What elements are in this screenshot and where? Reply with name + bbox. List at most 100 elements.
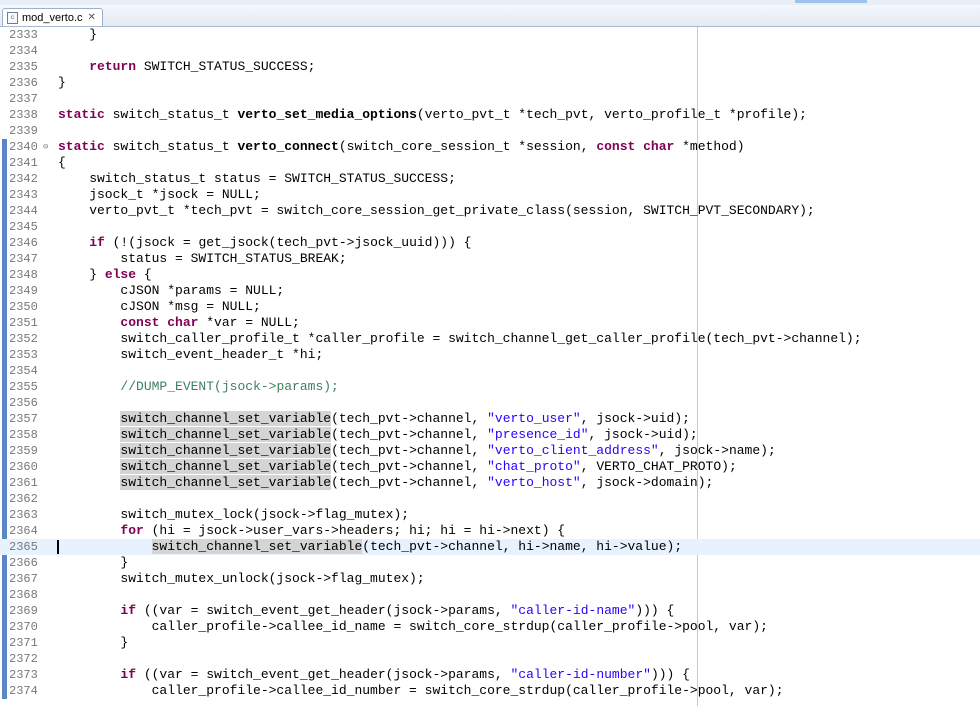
code-token: switch_status_t status = SWITCH_STATUS_S… [58, 171, 456, 186]
code-line[interactable]: 2339 [0, 123, 980, 139]
code-line[interactable]: 2346 if (!(jsock = get_jsock(tech_pvt->j… [0, 235, 980, 251]
line-number: 2344 [9, 204, 38, 218]
code-line[interactable]: 2371 } [0, 635, 980, 651]
code-line[interactable]: 2352 switch_caller_profile_t *caller_pro… [0, 331, 980, 347]
toolbar-selection-indicator[interactable] [795, 0, 867, 3]
line-number: 2351 [9, 316, 38, 330]
code-text: if ((var = switch_event_get_header(jsock… [58, 603, 674, 619]
code-line[interactable]: 2362 [0, 491, 980, 507]
code-line[interactable]: 2365 switch_channel_set_variable(tech_pv… [0, 539, 980, 555]
line-number: 2353 [9, 348, 38, 362]
code-text: cJSON *msg = NULL; [58, 299, 260, 315]
code-line[interactable]: 2355 //DUMP_EVENT(jsock->params); [0, 379, 980, 395]
code-line[interactable]: 2357 switch_channel_set_variable(tech_pv… [0, 411, 980, 427]
code-token: , jsock->uid); [580, 411, 690, 426]
line-number: 2346 [9, 236, 38, 250]
code-line[interactable]: 2334 [0, 43, 980, 59]
code-line[interactable]: 2337 [0, 91, 980, 107]
code-line[interactable]: 2336} [0, 75, 980, 91]
line-number: 2337 [9, 92, 38, 106]
code-token: verto_connect [237, 139, 339, 154]
code-token: caller_profile->callee_id_name = switch_… [58, 619, 768, 634]
code-line[interactable]: 2366 } [0, 555, 980, 571]
code-line[interactable]: 2344 verto_pvt_t *tech_pvt = switch_core… [0, 203, 980, 219]
code-line[interactable]: 2335 return SWITCH_STATUS_SUCCESS; [0, 59, 980, 75]
code-token: ((var = switch_event_get_header(jsock->p… [136, 667, 511, 682]
code-line[interactable]: 2372 [0, 651, 980, 667]
close-icon[interactable]: ✕ [88, 12, 96, 23]
fold-toggle-icon[interactable]: ⊖ [43, 139, 48, 155]
occurrence-highlight: switch_channel_set_variable [120, 443, 332, 458]
code-line[interactable]: 2338 static switch_status_t verto_set_med… [0, 107, 980, 123]
code-text: caller_profile->callee_id_name = switch_… [58, 619, 768, 635]
code-line[interactable]: 2347 status = SWITCH_STATUS_BREAK; [0, 251, 980, 267]
code-line[interactable]: 2350 cJSON *msg = NULL; [0, 299, 980, 315]
code-line[interactable]: 2341 { [0, 155, 980, 171]
code-line[interactable]: 2367 switch_mutex_unlock(jsock->flag_mut… [0, 571, 980, 587]
code-text: switch_channel_set_variable(tech_pvt->ch… [58, 475, 713, 491]
line-number: 2336 [9, 76, 38, 90]
code-text: status = SWITCH_STATUS_BREAK; [58, 251, 346, 267]
line-number: 2342 [9, 172, 38, 186]
code-token: else [104, 267, 137, 282]
code-token: } [58, 555, 129, 570]
code-token: (switch_core_session_t *session, [338, 139, 597, 154]
code-token: "chat_proto" [487, 459, 581, 474]
code-line[interactable]: 2333 } [0, 27, 980, 43]
code-line[interactable]: 2351 const char *var = NULL; [0, 315, 980, 331]
code-line[interactable]: 2369 if ((var = switch_event_get_header(… [0, 603, 980, 619]
editor-tab-bar: c mod_verto.c ✕ [0, 5, 980, 27]
line-number: 2343 [9, 188, 38, 202]
code-line[interactable]: 2361 switch_channel_set_variable(tech_pv… [0, 475, 980, 491]
code-line[interactable]: 2363 switch_mutex_lock(jsock->flag_mutex… [0, 507, 980, 523]
code-token: } [58, 635, 129, 650]
code-text: } [58, 75, 66, 91]
code-token: } [58, 267, 105, 282]
code-token: verto_set_media_options [237, 107, 417, 122]
code-line[interactable]: 2349 cJSON *params = NULL; [0, 283, 980, 299]
line-number: 2333 [9, 28, 38, 42]
code-text: } [58, 635, 128, 651]
code-line[interactable]: 2374 caller_profile->callee_id_number = … [0, 683, 980, 699]
code-line[interactable]: 2340 ⊖ static switch_status_t verto_connec… [0, 139, 980, 155]
code-line[interactable]: 2348 } else { [0, 267, 980, 283]
line-number: 2345 [9, 220, 38, 234]
editor-tab-mod-verto[interactable]: c mod_verto.c ✕ [2, 8, 103, 26]
code-line[interactable]: 2373 if ((var = switch_event_get_header(… [0, 667, 980, 683]
code-line[interactable]: 2342 switch_status_t status = SWITCH_STA… [0, 171, 980, 187]
code-line[interactable]: 2343 jsock_t *jsock = NULL; [0, 187, 980, 203]
line-number: 2374 [9, 684, 38, 698]
code-line[interactable]: 2368 [0, 587, 980, 603]
line-number: 2340 [9, 140, 38, 154]
line-number: 2352 [9, 332, 38, 346]
code-line[interactable]: 2359 switch_channel_set_variable(tech_pv… [0, 443, 980, 459]
occurrence-highlight: switch_channel_set_variable [151, 539, 363, 554]
code-token: static [58, 107, 105, 122]
code-line[interactable]: 2353 switch_event_header_t *hi; [0, 347, 980, 363]
code-line[interactable]: 2370 caller_profile->callee_id_name = sw… [0, 619, 980, 635]
code-token: switch_status_t [104, 107, 238, 122]
code-token: (tech_pvt->channel, [331, 459, 488, 474]
code-token: ((var = switch_event_get_header(jsock->p… [136, 603, 511, 618]
code-text: static switch_status_t verto_connect(swi… [58, 139, 745, 155]
code-line[interactable]: 2358 switch_channel_set_variable(tech_pv… [0, 427, 980, 443]
code-line[interactable]: 2356 [0, 395, 980, 411]
code-text: if ((var = switch_event_get_header(jsock… [58, 667, 690, 683]
code-text: } [58, 555, 128, 571]
code-text: switch_channel_set_variable(tech_pvt->ch… [58, 443, 776, 459]
code-line[interactable]: 2364 for (hi = jsock->user_vars->headers… [0, 523, 980, 539]
code-editor[interactable]: 2333 } 2334 2335 return SWITCH_STATUS_SUCC… [0, 27, 980, 706]
line-number: 2341 [9, 156, 38, 170]
code-line[interactable]: 2345 [0, 219, 980, 235]
code-line[interactable]: 2354 [0, 363, 980, 379]
line-number: 2357 [9, 412, 38, 426]
code-token: if [120, 603, 137, 618]
occurrence-highlight: switch_channel_set_variable [120, 427, 332, 442]
code-line[interactable]: 2360 switch_channel_set_variable(tech_pv… [0, 459, 980, 475]
